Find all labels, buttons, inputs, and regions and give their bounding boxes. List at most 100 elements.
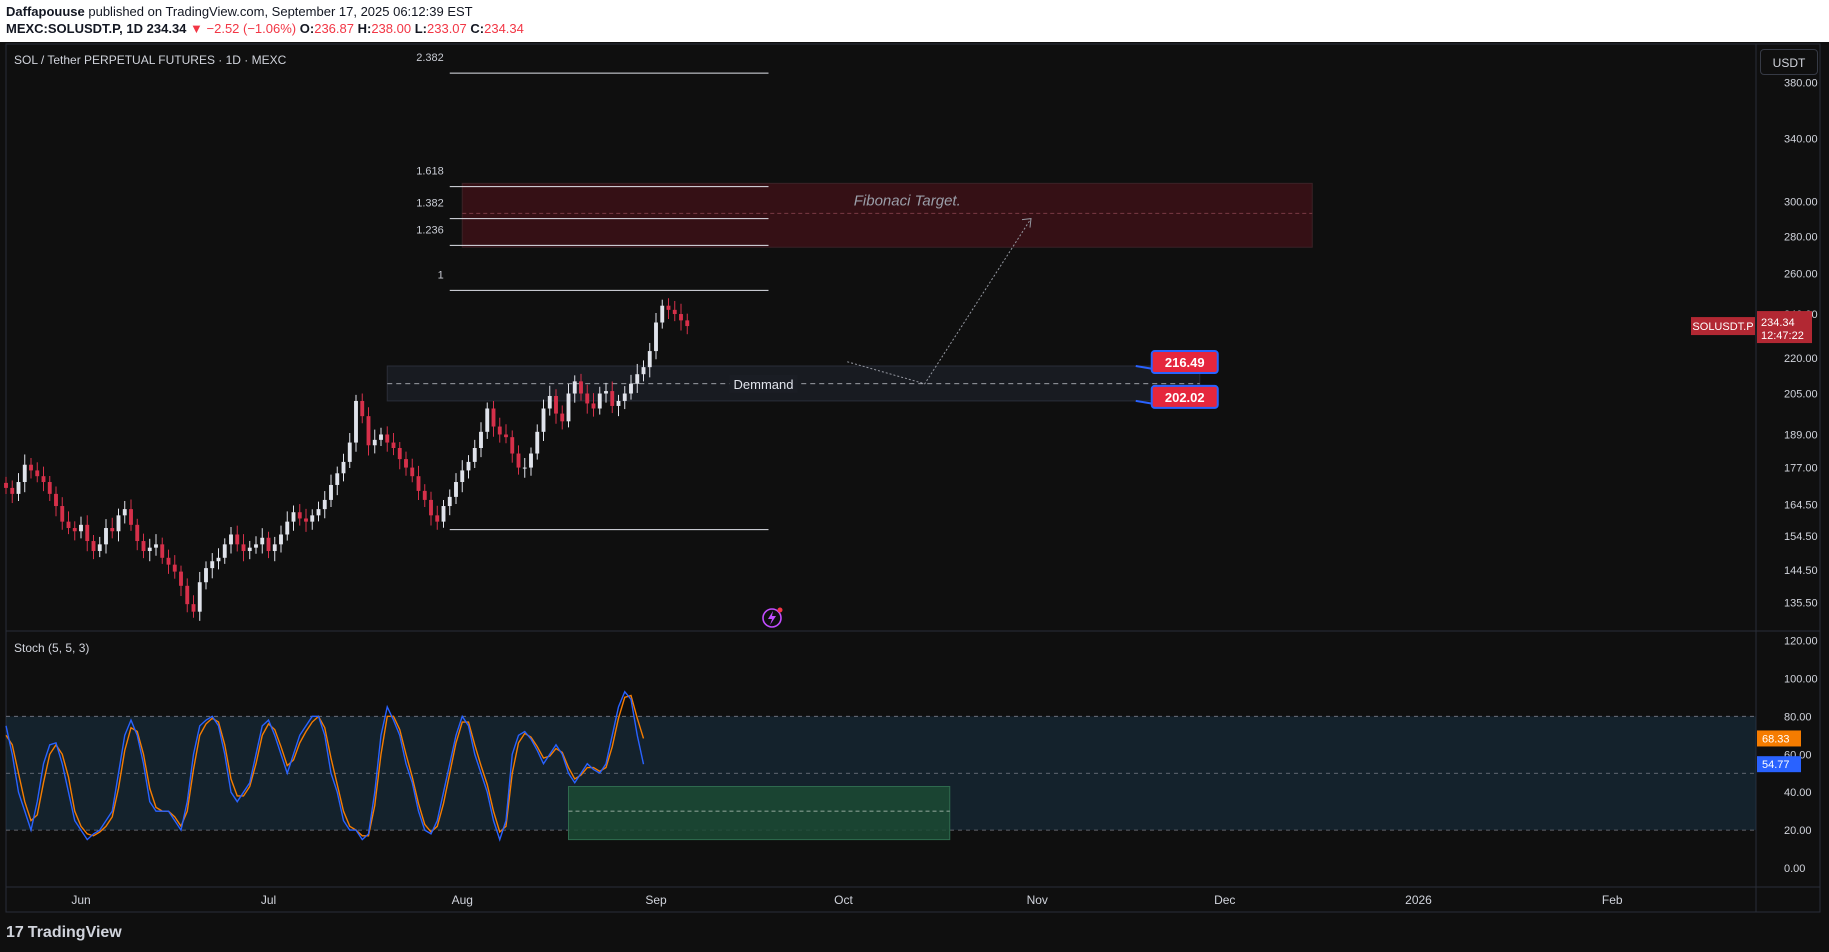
currency-button[interactable]: USDT — [1760, 49, 1818, 75]
oversold-zone — [568, 785, 951, 841]
candle-down — [85, 524, 90, 542]
candle-down — [72, 528, 77, 532]
candle-down — [366, 416, 371, 446]
stoch-k-value: 54.77 — [1762, 759, 1790, 771]
price-tick: 340.00 — [1784, 133, 1818, 145]
candle-up — [547, 395, 552, 409]
candle-up — [522, 467, 527, 469]
stoch-tick: 80.00 — [1784, 711, 1812, 723]
time-tick: Aug — [452, 893, 473, 907]
candle-down — [185, 585, 190, 605]
stoch-title: Stoch (5, 5, 3) — [14, 641, 89, 655]
candle-down — [504, 434, 508, 438]
candle-up — [654, 322, 658, 352]
candle-up — [460, 470, 465, 483]
candle-down — [672, 309, 677, 315]
candle-up — [629, 383, 633, 394]
fib-level-label: 2.382 — [416, 52, 444, 64]
candle-down — [191, 604, 196, 612]
candle-down — [497, 426, 502, 435]
candle-down — [266, 537, 271, 552]
stoch-tick: 0.00 — [1784, 863, 1805, 875]
stoch-tick: 100.00 — [1784, 673, 1818, 685]
candle-down — [410, 467, 415, 477]
stoch-tick: 20.00 — [1784, 825, 1812, 837]
candle-down — [166, 557, 171, 565]
time-tick: Jun — [71, 893, 90, 907]
candle-down — [110, 528, 115, 532]
candle-up — [104, 528, 108, 545]
fib-level-label: 1.236 — [416, 224, 444, 236]
candle-up — [279, 534, 283, 545]
candle-up — [229, 534, 233, 545]
candles-layer — [4, 298, 690, 621]
last-price-value: 234.34 — [1761, 317, 1795, 329]
time-tick: 2026 — [1405, 893, 1432, 907]
candle-up — [572, 381, 577, 394]
candle-up — [260, 537, 265, 545]
tradingview-logo-mark: 17 — [6, 924, 24, 941]
candle-down — [666, 305, 671, 310]
lightning-icon[interactable] — [762, 607, 783, 628]
candle-down — [241, 544, 246, 552]
candle-up — [16, 482, 21, 494]
candle-up — [22, 464, 27, 483]
candle-up — [335, 473, 340, 485]
fibonacci-layer[interactable]: 2.382 1.618 1.382 1.236 1 — [416, 52, 769, 531]
candle-down — [10, 487, 15, 494]
candle-up — [347, 442, 352, 462]
candle-up — [79, 524, 83, 532]
candle-up — [485, 408, 490, 432]
candle-down — [135, 524, 140, 542]
price-tick: 380.00 — [1784, 77, 1818, 89]
candle-down — [91, 541, 96, 552]
price-tick: 177.00 — [1784, 463, 1818, 475]
candle-up — [454, 482, 458, 497]
candle-up — [622, 393, 627, 401]
candle-down — [491, 408, 496, 427]
candle-up — [541, 408, 546, 432]
candle-down — [591, 403, 596, 409]
candle-up — [122, 509, 127, 516]
candle-up — [635, 374, 640, 384]
candle-up — [535, 431, 540, 454]
candle-up — [379, 434, 383, 440]
candle-up — [566, 393, 571, 422]
candle-up — [329, 484, 333, 500]
price-label-text: 202.02 — [1165, 390, 1205, 405]
candle-up — [660, 305, 665, 323]
stoch-tick: 40.00 — [1784, 787, 1812, 799]
candle-up — [354, 400, 358, 443]
candle-up — [641, 367, 646, 375]
price-tick: 164.50 — [1784, 499, 1818, 511]
candle-down — [54, 493, 58, 507]
fib-level-label: 1.382 — [416, 198, 444, 210]
time-tick: Feb — [1602, 893, 1623, 907]
candle-up — [147, 547, 152, 552]
candle-up — [341, 461, 346, 474]
time-tick: Dec — [1214, 893, 1235, 907]
chart-canvas[interactable]: SOL / Tether PERPETUAL FUTURES · 1D · ME… — [0, 0, 1829, 913]
fib-level-label: 1 — [438, 269, 444, 281]
candle-down — [579, 381, 583, 394]
candle-up — [597, 393, 602, 409]
target-label: Fibonaci Target. — [854, 192, 961, 209]
tradingview-logo[interactable]: 17 TradingView — [6, 924, 122, 942]
chart-title: SOL / Tether PERPETUAL FUTURES · 1D · ME… — [14, 53, 287, 67]
candle-up — [310, 515, 315, 522]
time-tick: Sep — [645, 893, 667, 907]
candle-down — [360, 400, 365, 417]
candle-up — [441, 506, 446, 522]
chart-frame: Daffapouuse published on TradingView.com… — [0, 0, 1829, 952]
price-tick: 189.00 — [1784, 429, 1818, 441]
candle-down — [4, 482, 8, 488]
candle-down — [585, 393, 590, 404]
stoch-d-value: 68.33 — [1762, 733, 1790, 745]
price-tick: 220.00 — [1784, 353, 1818, 365]
candle-down — [679, 314, 683, 321]
candle-down — [179, 571, 183, 586]
stoch-tick: 120.00 — [1784, 635, 1818, 647]
candle-down — [35, 470, 40, 477]
time-tick: Jul — [261, 893, 276, 907]
candle-down — [391, 442, 396, 449]
